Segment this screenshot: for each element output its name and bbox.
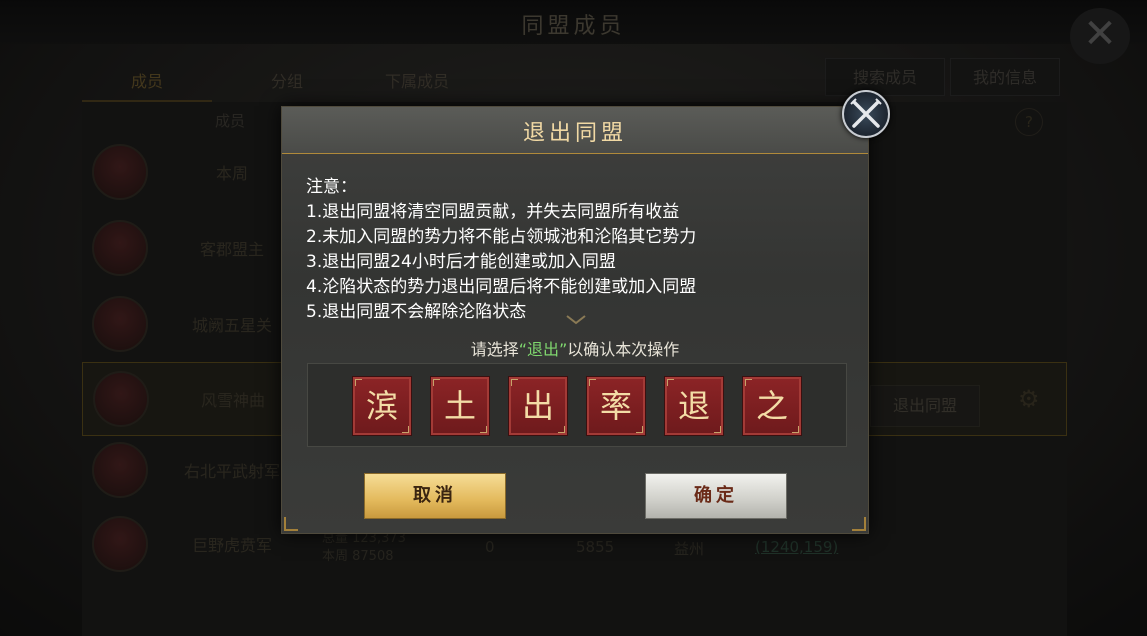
confirm-button[interactable]: 确定: [645, 473, 787, 519]
prompt-after: 以确认本次操作: [567, 340, 680, 359]
dialog-header: 退出同盟: [282, 107, 868, 154]
prompt-highlight: “退出”: [518, 340, 568, 359]
character-tile[interactable]: 之: [742, 376, 802, 436]
notice-line: 注意：: [306, 177, 357, 197]
notice-line: 2.未加入同盟的势力将不能占领城池和沦陷其它势力: [306, 227, 697, 247]
corner-ornament: [852, 517, 866, 531]
corner-ornament: [284, 517, 298, 531]
close-button[interactable]: [842, 90, 890, 138]
notice-line: 4.沦陷状态的势力退出同盟后将不能创建或加入同盟: [306, 277, 697, 297]
exit-alliance-dialog: 退出同盟 注意： 1.退出同盟将清空同盟贡献，并失去同盟所有收益 2.未加入同盟…: [281, 106, 869, 534]
dialog-title: 退出同盟: [522, 121, 627, 146]
notice-text: 注意： 1.退出同盟将清空同盟贡献，并失去同盟所有收益 2.未加入同盟的势力将不…: [306, 175, 846, 325]
cancel-button[interactable]: 取消: [364, 473, 506, 519]
character-tile[interactable]: 土: [430, 376, 490, 436]
close-icon: [850, 98, 882, 128]
character-tile[interactable]: 退: [664, 376, 724, 436]
prompt-before: 请选择: [470, 340, 519, 359]
character-choice-area: 滨 土 出 率 退 之: [307, 363, 847, 447]
notice-line: 1.退出同盟将清空同盟贡献，并失去同盟所有收益: [306, 202, 680, 222]
notice-line: 3.退出同盟24小时后才能创建或加入同盟: [306, 252, 616, 272]
character-tile[interactable]: 出: [508, 376, 568, 436]
character-tile[interactable]: 滨: [352, 376, 412, 436]
character-tile[interactable]: 率: [586, 376, 646, 436]
confirm-prompt: 请选择“退出”以确认本次操作: [282, 336, 868, 360]
chevron-down-icon: [566, 315, 586, 325]
